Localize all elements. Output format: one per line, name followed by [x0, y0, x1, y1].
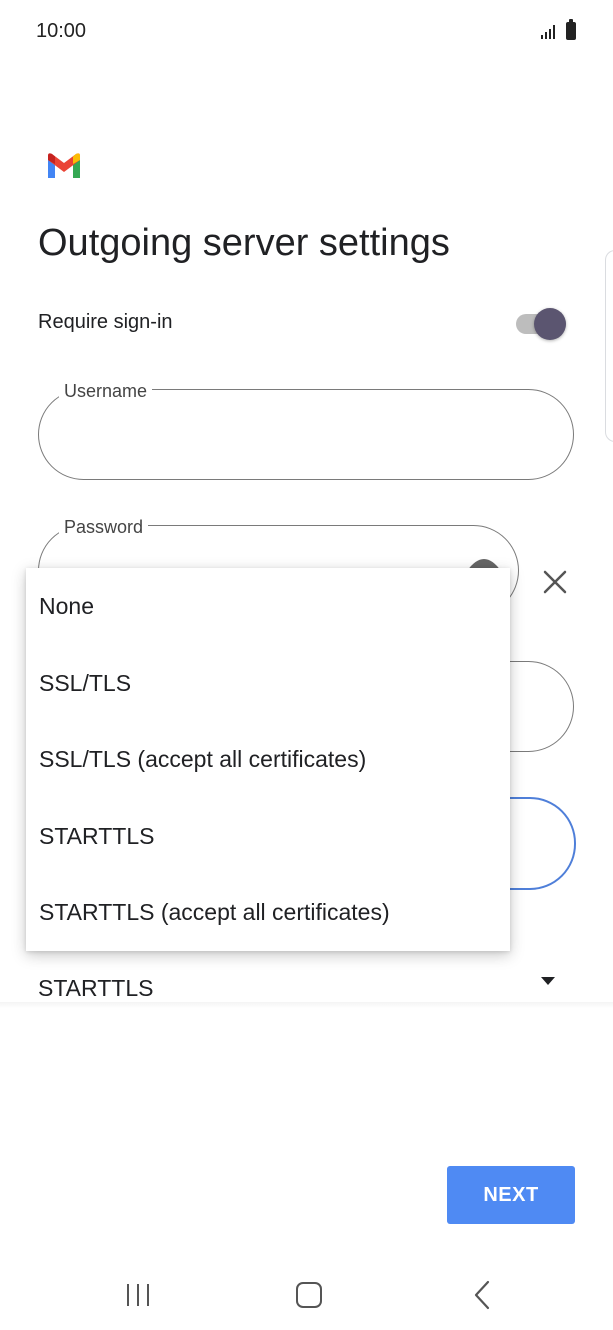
menu-item-starttls-accept-all[interactable]: STARTTLS (accept all certificates)	[26, 874, 510, 950]
status-time: 10:00	[36, 20, 87, 42]
username-label: Username	[59, 381, 153, 402]
back-icon[interactable]	[472, 1280, 492, 1310]
require-signin-label: Require sign-in	[38, 311, 173, 333]
recent-apps-icon[interactable]	[124, 1283, 152, 1307]
require-signin-toggle-thumb[interactable]	[534, 308, 566, 340]
menu-item-ssl-tls-accept-all[interactable]: SSL/TLS (accept all certificates)	[26, 721, 510, 797]
clear-icon[interactable]	[542, 569, 568, 595]
edge-panel-handle[interactable]	[605, 250, 613, 442]
home-icon[interactable]	[296, 1282, 322, 1308]
signal-icon	[541, 25, 555, 39]
security-type-select[interactable]: STARTTLS	[38, 975, 153, 1002]
security-type-menu: None SSL/TLS SSL/TLS (accept all certifi…	[26, 568, 510, 951]
menu-item-ssl-tls[interactable]: SSL/TLS	[26, 645, 510, 721]
menu-item-starttls[interactable]: STARTTLS	[26, 798, 510, 874]
gmail-logo-icon	[48, 153, 80, 178]
menu-item-none[interactable]: None	[26, 568, 510, 644]
next-button[interactable]: NEXT	[447, 1166, 575, 1224]
battery-icon	[566, 19, 576, 40]
page-title: Outgoing server settings	[38, 222, 450, 264]
username-input[interactable]	[38, 389, 574, 480]
scroll-divider	[0, 1002, 613, 1008]
dropdown-arrow-icon[interactable]	[541, 977, 555, 985]
password-label: Password	[59, 517, 149, 538]
